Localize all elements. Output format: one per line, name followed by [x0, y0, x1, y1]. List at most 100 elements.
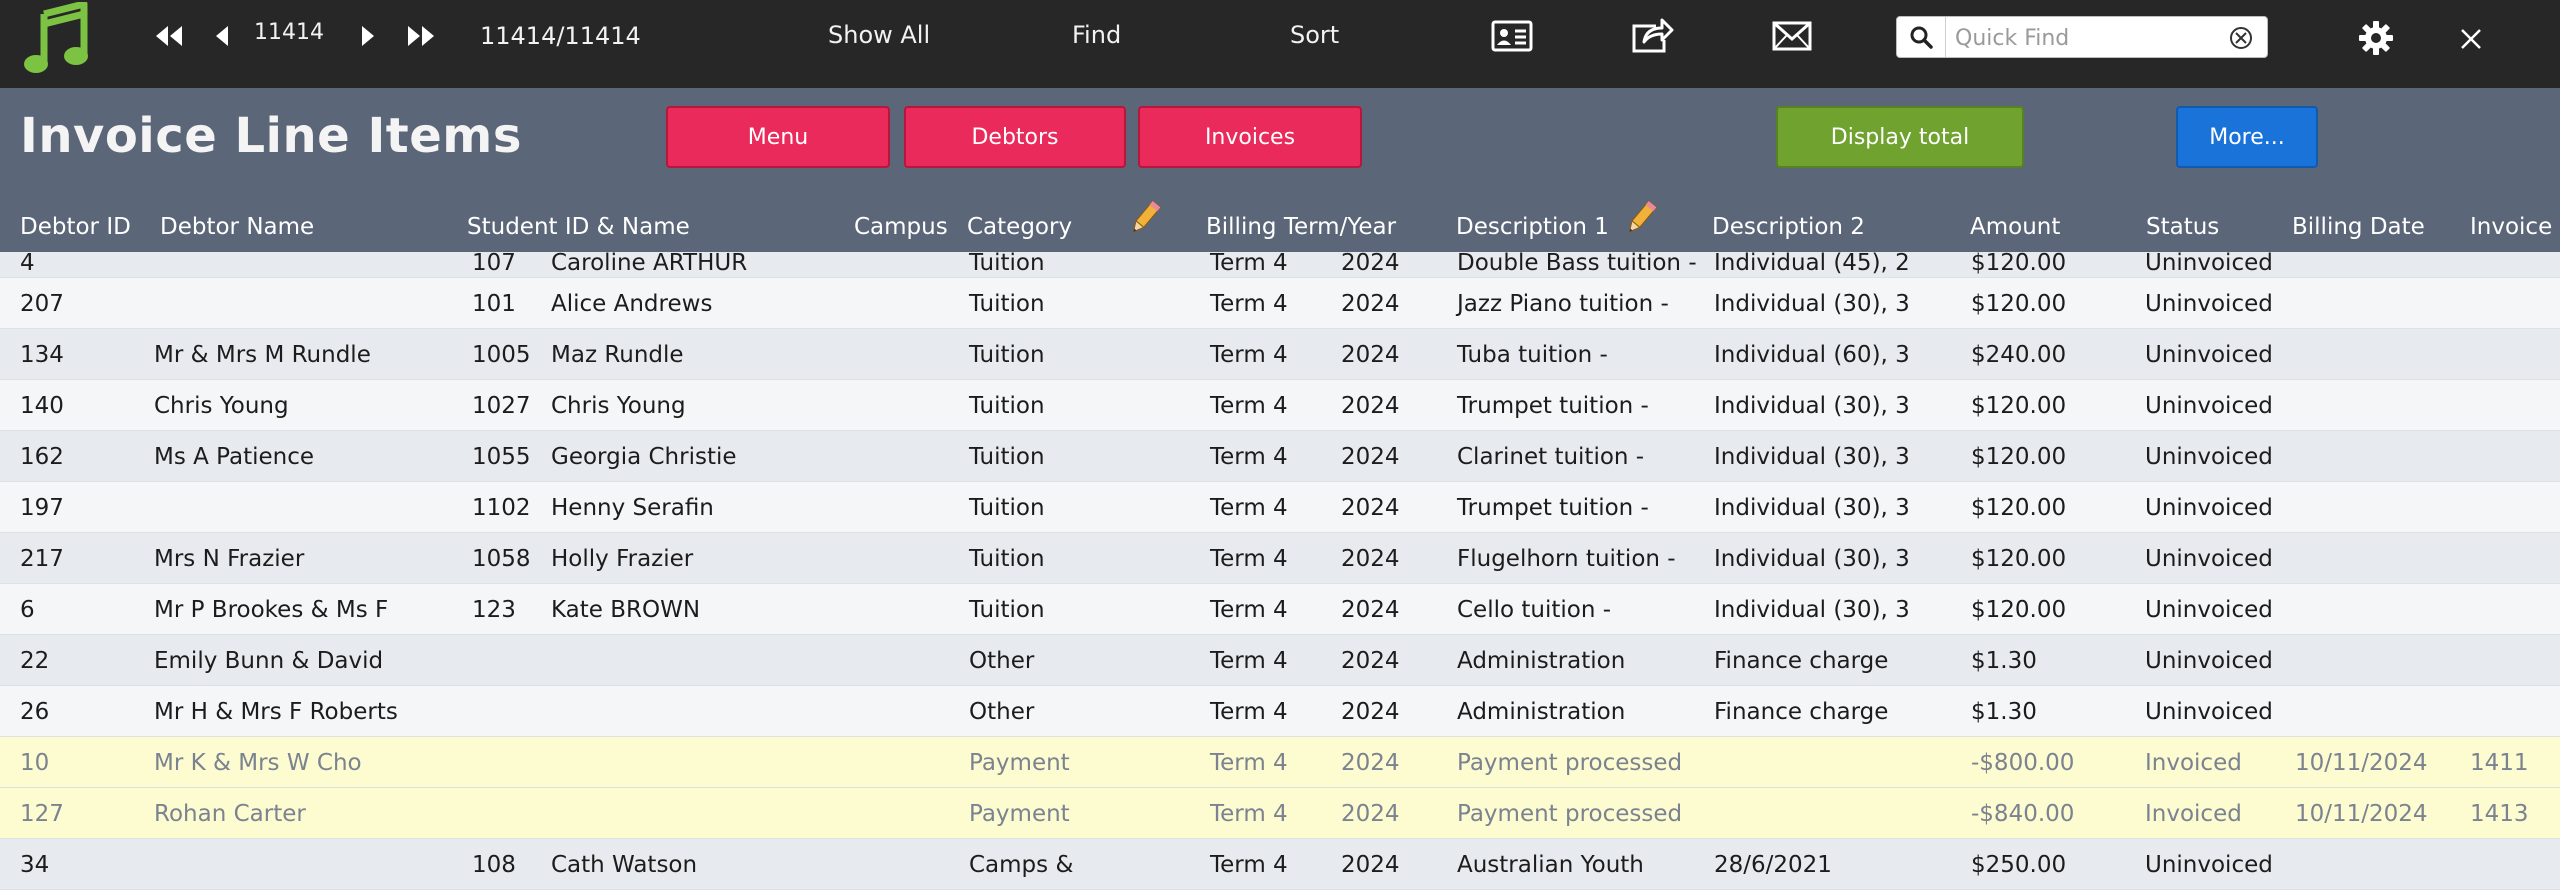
column-header-campus[interactable]: Campus — [854, 214, 948, 240]
menu-button[interactable]: Menu — [666, 106, 890, 168]
table-row[interactable]: 197 1102 Henny Serafin Tuition Term 4 2024 Tru… — [0, 482, 2560, 533]
cell-description-2[interactable]: Finance charge — [1714, 648, 1888, 674]
cell-status[interactable]: Uninvoiced — [2145, 250, 2273, 276]
cell-amount[interactable]: $120.00 — [1971, 495, 2066, 521]
display-total-button[interactable]: Display total — [1776, 106, 2024, 168]
contact-card-icon[interactable] — [1488, 16, 1536, 56]
cell-category[interactable]: Tuition — [969, 291, 1045, 317]
cell-category[interactable]: Other — [969, 699, 1034, 725]
cell-debtor-name[interactable]: Emily Bunn & David — [154, 648, 383, 674]
cell-status[interactable]: Uninvoiced — [2145, 291, 2273, 317]
cell-debtor-name[interactable]: Mr H & Mrs F Roberts — [154, 699, 398, 725]
cell-description-2[interactable]: Individual (45), 2 — [1714, 250, 1910, 276]
cell-student-id[interactable]: 1005 — [472, 342, 531, 368]
cell-student-name[interactable]: Georgia Christie — [551, 444, 737, 470]
cell-status[interactable]: Invoiced — [2145, 801, 2242, 827]
cell-term[interactable]: Term 4 — [1210, 801, 1288, 827]
cell-amount[interactable]: $120.00 — [1971, 597, 2066, 623]
pencil-icon[interactable] — [1622, 198, 1660, 238]
table-row[interactable]: 4 107 Caroline ARTHUR Tuition Term 4 2024 Doub… — [0, 250, 2560, 278]
cell-category[interactable]: Tuition — [969, 495, 1045, 521]
cell-year[interactable]: 2024 — [1341, 597, 1400, 623]
cell-category[interactable]: Tuition — [969, 250, 1045, 276]
cell-term[interactable]: Term 4 — [1210, 495, 1288, 521]
cell-description-2[interactable]: Individual (30), 3 — [1714, 444, 1910, 470]
cell-status[interactable]: Uninvoiced — [2145, 495, 2273, 521]
cell-billing-date[interactable]: 10/11/2024 — [2295, 801, 2428, 827]
cell-description-2[interactable]: Individual (30), 3 — [1714, 495, 1910, 521]
table-row[interactable]: 127 Rohan Carter Payment Term 4 2024 Payment … — [0, 788, 2560, 839]
invoices-button[interactable]: Invoices — [1138, 106, 1362, 168]
table-row[interactable]: 217 Mrs N Frazier 1058 Holly Frazier Tuition… — [0, 533, 2560, 584]
cell-term[interactable]: Term 4 — [1210, 342, 1288, 368]
cell-description-2[interactable]: Individual (30), 3 — [1714, 291, 1910, 317]
cell-description-1[interactable]: Jazz Piano tuition - — [1457, 291, 1669, 317]
quick-find-input[interactable] — [1953, 21, 2217, 55]
column-header-invoice[interactable]: Invoice — [2470, 214, 2552, 240]
cell-status[interactable]: Uninvoiced — [2145, 342, 2273, 368]
cell-year[interactable]: 2024 — [1341, 342, 1400, 368]
clear-icon[interactable] — [2227, 24, 2255, 52]
cell-description-1[interactable]: Flugelhorn tuition - — [1457, 546, 1676, 572]
column-header-billing-date[interactable]: Billing Date — [2292, 214, 2425, 240]
cell-debtor-name[interactable]: Mr & Mrs M Rundle — [154, 342, 371, 368]
cell-status[interactable]: Uninvoiced — [2145, 648, 2273, 674]
column-header-student[interactable]: Student ID & Name — [467, 214, 690, 240]
cell-student-id[interactable]: 101 — [472, 291, 516, 317]
cell-debtor-id[interactable]: 127 — [20, 801, 64, 827]
cell-description-1[interactable]: Payment processed — [1457, 801, 1682, 827]
last-record-icon[interactable] — [404, 20, 440, 52]
cell-description-2[interactable]: Individual (30), 3 — [1714, 546, 1910, 572]
cell-amount[interactable]: $250.00 — [1971, 852, 2066, 878]
cell-status[interactable]: Uninvoiced — [2145, 597, 2273, 623]
cell-debtor-name[interactable]: Mr P Brookes & Ms F — [154, 597, 388, 623]
cell-debtor-name[interactable]: Ms A Patience — [154, 444, 314, 470]
cell-status[interactable]: Uninvoiced — [2145, 852, 2273, 878]
cell-category[interactable]: Tuition — [969, 393, 1045, 419]
cell-term[interactable]: Term 4 — [1210, 648, 1288, 674]
cell-term[interactable]: Term 4 — [1210, 597, 1288, 623]
cell-debtor-id[interactable]: 6 — [20, 597, 35, 623]
cell-billing-date[interactable]: 10/11/2024 — [2295, 750, 2428, 776]
cell-amount[interactable]: $120.00 — [1971, 250, 2066, 276]
previous-record-icon[interactable] — [208, 20, 236, 52]
column-header-category[interactable]: Category — [967, 214, 1072, 240]
cell-invoice[interactable]: 1411 — [2470, 750, 2529, 776]
cell-description-1[interactable]: Trumpet tuition - — [1457, 495, 1649, 521]
show-all-button[interactable]: Show All — [828, 23, 930, 47]
cell-debtor-name[interactable]: Rohan Carter — [154, 801, 306, 827]
cell-status[interactable]: Uninvoiced — [2145, 444, 2273, 470]
cell-category[interactable]: Payment — [969, 801, 1070, 827]
cell-student-id[interactable]: 1055 — [472, 444, 531, 470]
cell-debtor-id[interactable]: 10 — [20, 750, 49, 776]
cell-description-1[interactable]: Administration — [1457, 648, 1625, 674]
cell-debtor-id[interactable]: 197 — [20, 495, 64, 521]
cell-year[interactable]: 2024 — [1341, 444, 1400, 470]
cell-category[interactable]: Tuition — [969, 597, 1045, 623]
first-record-icon[interactable] — [150, 20, 186, 52]
cell-amount[interactable]: $1.30 — [1971, 699, 2037, 725]
cell-term[interactable]: Term 4 — [1210, 546, 1288, 572]
cell-student-name[interactable]: Holly Frazier — [551, 546, 693, 572]
cell-debtor-id[interactable]: 162 — [20, 444, 64, 470]
more-button[interactable]: More... — [2176, 106, 2318, 168]
cell-term[interactable]: Term 4 — [1210, 750, 1288, 776]
cell-debtor-name[interactable]: Mrs N Frazier — [154, 546, 304, 572]
table-row[interactable]: 134 Mr & Mrs M Rundle 1005 Maz Rundle Tuitio… — [0, 329, 2560, 380]
record-number[interactable]: 11414 — [254, 22, 324, 44]
column-header-status[interactable]: Status — [2146, 214, 2219, 240]
cell-amount[interactable]: $240.00 — [1971, 342, 2066, 368]
cell-student-name[interactable]: Alice Andrews — [551, 291, 712, 317]
table-row[interactable]: 6 Mr P Brookes & Ms F 123 Kate BROWN Tuition… — [0, 584, 2560, 635]
column-header-description-2[interactable]: Description 2 — [1712, 214, 1865, 240]
cell-year[interactable]: 2024 — [1341, 546, 1400, 572]
cell-description-2[interactable]: Finance charge — [1714, 699, 1888, 725]
cell-student-id[interactable]: 108 — [472, 852, 516, 878]
cell-student-id[interactable]: 1102 — [472, 495, 531, 521]
table-row[interactable]: 22 Emily Bunn & David Other Term 4 2024 Admin… — [0, 635, 2560, 686]
cell-category[interactable]: Tuition — [969, 546, 1045, 572]
cell-amount[interactable]: -$840.00 — [1971, 801, 2074, 827]
table-row[interactable]: 34 108 Cath Watson Camps & Term 4 2024 Austral… — [0, 839, 2560, 890]
column-header-debtor-name[interactable]: Debtor Name — [160, 214, 314, 240]
cell-category[interactable]: Other — [969, 648, 1034, 674]
